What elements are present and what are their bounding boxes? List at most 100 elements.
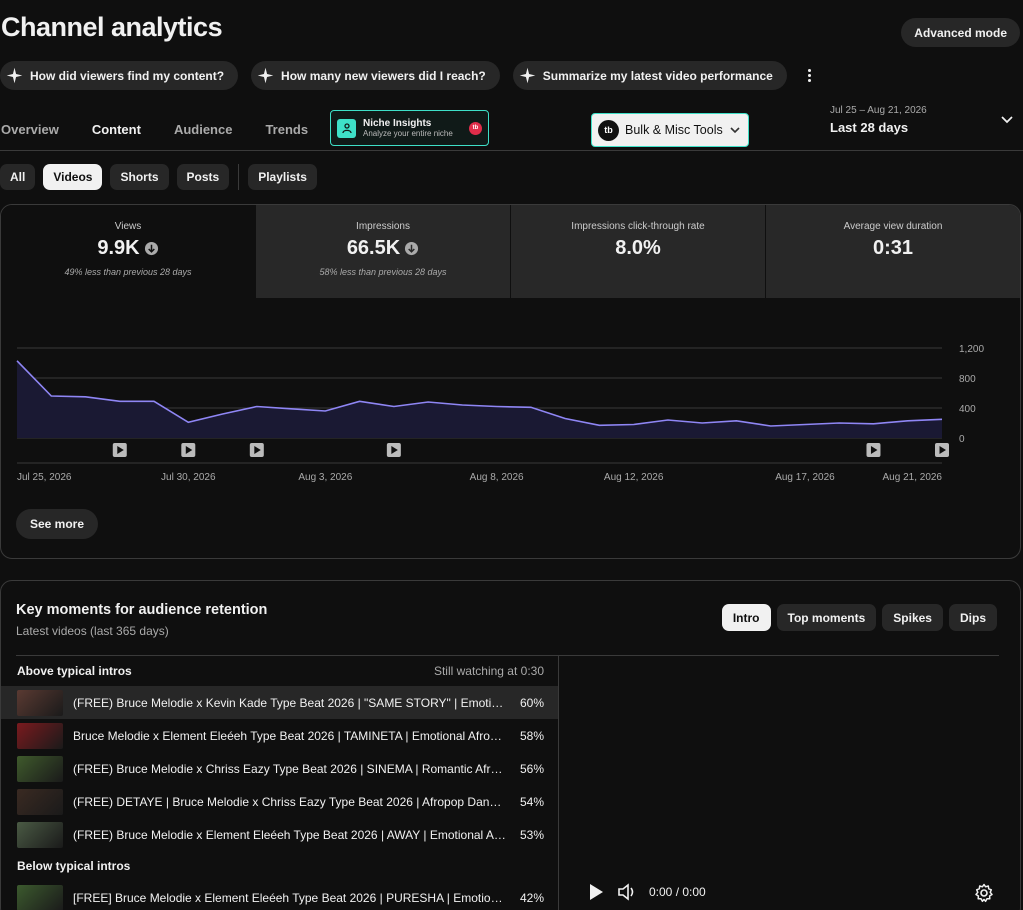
video-thumbnail bbox=[17, 755, 63, 782]
video-row[interactable]: Bruce Melodie x Element Eleéeh Type Beat… bbox=[1, 719, 558, 752]
metric-impressions[interactable]: Impressions 66.5K 58% less than previous… bbox=[255, 205, 510, 298]
ask-chip-viewers-find[interactable]: How did viewers find my content? bbox=[0, 61, 239, 90]
metric-value: 66.5K bbox=[346, 237, 401, 259]
ask-chip-label: How many new viewers did I reach? bbox=[281, 68, 486, 83]
video-thumbnail bbox=[17, 821, 63, 848]
bulk-misc-tools-label: Bulk & Misc Tools bbox=[625, 123, 723, 137]
x-tick-label: Aug 3, 2026 bbox=[298, 472, 352, 483]
filter-divider bbox=[238, 164, 240, 190]
bulk-misc-tools-button[interactable]: tb Bulk & Misc Tools bbox=[591, 113, 749, 147]
tab-trends[interactable]: Trends bbox=[265, 122, 308, 143]
metric-label: Impressions bbox=[356, 221, 410, 232]
y-tick-label: 0 bbox=[959, 434, 965, 445]
content-tabs: Overview Content Audience Trends bbox=[1, 122, 308, 143]
filter-all[interactable]: All bbox=[0, 164, 36, 190]
still-watching-label: Still watching at 0:30 bbox=[433, 664, 544, 678]
sparkle-icon bbox=[257, 67, 274, 84]
niche-insights-subtitle: Analyze your entire niche bbox=[363, 128, 453, 138]
chevron-down-icon bbox=[730, 127, 740, 134]
video-thumbnail bbox=[17, 788, 63, 815]
video-title: Bruce Melodie x Element Eleéeh Type Beat… bbox=[73, 728, 506, 743]
metric-avg-view-duration[interactable]: Average view duration 0:31 bbox=[765, 205, 1020, 298]
below-typical-label: Below typical intros bbox=[17, 859, 131, 873]
video-retention-percent: 60% bbox=[519, 695, 544, 710]
retention-chips: Intro Top moments Spikes Dips bbox=[721, 604, 997, 631]
ask-chip-label: How did viewers find my content? bbox=[30, 68, 225, 83]
tab-overview[interactable]: Overview bbox=[1, 122, 59, 143]
retention-vertical-divider bbox=[558, 655, 559, 910]
video-retention-percent: 56% bbox=[519, 761, 544, 776]
y-tick-label: 400 bbox=[959, 404, 976, 415]
chip-spikes[interactable]: Spikes bbox=[882, 604, 943, 631]
arrow-down-icon bbox=[144, 241, 158, 256]
x-tick-label: Jul 25, 2026 bbox=[17, 472, 72, 483]
video-title: [FREE] Bruce Melodie x Element Eleéeh Ty… bbox=[73, 890, 506, 905]
x-tick-label: Aug 12, 2026 bbox=[604, 472, 664, 483]
video-title: (FREE) Bruce Melodie x Chriss Eazy Type … bbox=[73, 761, 506, 776]
play-icon[interactable] bbox=[587, 883, 605, 901]
retention-title: Key moments for audience retention bbox=[16, 602, 268, 618]
advanced-mode-button[interactable]: Advanced mode bbox=[901, 18, 1020, 47]
filter-posts[interactable]: Posts bbox=[176, 164, 230, 190]
niche-insights-title: Niche Insights bbox=[363, 117, 432, 129]
video-retention-percent: 58% bbox=[519, 728, 544, 743]
retention-card: Key moments for audience retention Lates… bbox=[0, 580, 1021, 910]
x-tick-label: Aug 21, 2026 bbox=[883, 472, 943, 483]
tab-content[interactable]: Content bbox=[92, 122, 141, 143]
niche-insights-icon bbox=[337, 118, 356, 138]
metric-value: 9.9K bbox=[97, 237, 140, 259]
gear-icon[interactable] bbox=[974, 883, 994, 903]
video-row[interactable]: (FREE) DETAYE | Bruce Melodie x Chriss E… bbox=[1, 785, 558, 818]
arrow-down-icon bbox=[405, 241, 419, 256]
tubebuddy-logo: tb bbox=[598, 119, 619, 141]
video-row[interactable]: (FREE) Bruce Melodie x Element Eleéeh Ty… bbox=[1, 818, 558, 851]
video-thumbnail bbox=[17, 722, 63, 749]
metrics-card: Views 9.9K 49% less than previous 28 day… bbox=[0, 204, 1021, 559]
metric-label: Impressions click-through rate bbox=[571, 221, 705, 232]
chevron-down-icon[interactable] bbox=[999, 112, 1015, 128]
x-tick-label: Jul 30, 2026 bbox=[161, 472, 216, 483]
video-retention-percent: 53% bbox=[519, 827, 544, 842]
above-typical-label: Above typical intros bbox=[17, 664, 132, 678]
x-tick-label: Aug 17, 2026 bbox=[775, 472, 835, 483]
metric-ctr[interactable]: Impressions click-through rate 8.0% bbox=[510, 205, 765, 298]
above-typical-header: Above typical intros Still watching at 0… bbox=[1, 656, 558, 686]
volume-icon[interactable] bbox=[617, 883, 637, 901]
metric-value: 8.0% bbox=[615, 237, 661, 259]
chip-intro[interactable]: Intro bbox=[721, 604, 771, 631]
niche-insights-button[interactable]: Niche Insights Analyze your entire niche… bbox=[330, 110, 489, 146]
video-row[interactable]: [FREE] Bruce Melodie x Element Eleéeh Ty… bbox=[1, 881, 558, 910]
tab-audience[interactable]: Audience bbox=[174, 122, 233, 143]
more-options-icon[interactable] bbox=[800, 61, 820, 90]
ask-chips: How did viewers find my content? How man… bbox=[0, 61, 820, 90]
filter-playlists[interactable]: Playlists bbox=[248, 164, 317, 190]
video-title: (FREE) Bruce Melodie x Element Eleéeh Ty… bbox=[73, 827, 506, 842]
metric-note: 49% less than previous 28 days bbox=[64, 267, 192, 277]
metric-value: 0:31 bbox=[872, 237, 914, 259]
date-range-label: Last 28 days bbox=[830, 120, 909, 135]
y-tick-label: 1,200 bbox=[959, 344, 984, 355]
chip-top-moments[interactable]: Top moments bbox=[776, 604, 877, 631]
filter-videos[interactable]: Videos bbox=[43, 164, 103, 190]
player-time: 0:00 / 0:00 bbox=[649, 885, 706, 899]
sparkle-icon bbox=[6, 67, 23, 84]
y-tick-label: 800 bbox=[959, 374, 976, 385]
video-row[interactable]: (FREE) Bruce Melodie x Chriss Eazy Type … bbox=[1, 752, 558, 785]
date-range-dates: Jul 25 – Aug 21, 2026 bbox=[830, 105, 927, 116]
chip-dips[interactable]: Dips bbox=[948, 604, 997, 631]
content-type-filters: All Videos Shorts Posts Playlists bbox=[0, 164, 317, 190]
metric-note: 58% less than previous 28 days bbox=[319, 267, 447, 277]
video-title: (FREE) Bruce Melodie x Kevin Kade Type B… bbox=[73, 695, 506, 710]
metric-views[interactable]: Views 9.9K 49% less than previous 28 day… bbox=[1, 205, 255, 298]
date-range-selector[interactable]: Jul 25 – Aug 21, 2026 Last 28 days bbox=[830, 105, 927, 135]
video-thumbnail bbox=[17, 884, 63, 910]
filter-shorts[interactable]: Shorts bbox=[110, 164, 169, 190]
ask-chip-new-viewers[interactable]: How many new viewers did I reach? bbox=[251, 61, 500, 90]
views-area-fill bbox=[17, 360, 942, 438]
video-retention-percent: 54% bbox=[519, 794, 544, 809]
ask-chip-summarize[interactable]: Summarize my latest video performance bbox=[512, 61, 787, 90]
video-row[interactable]: (FREE) Bruce Melodie x Kevin Kade Type B… bbox=[1, 686, 558, 719]
retention-subtitle: Latest videos (last 365 days) bbox=[16, 624, 169, 638]
see-more-button[interactable]: See more bbox=[16, 509, 99, 539]
video-thumbnail bbox=[17, 689, 63, 716]
